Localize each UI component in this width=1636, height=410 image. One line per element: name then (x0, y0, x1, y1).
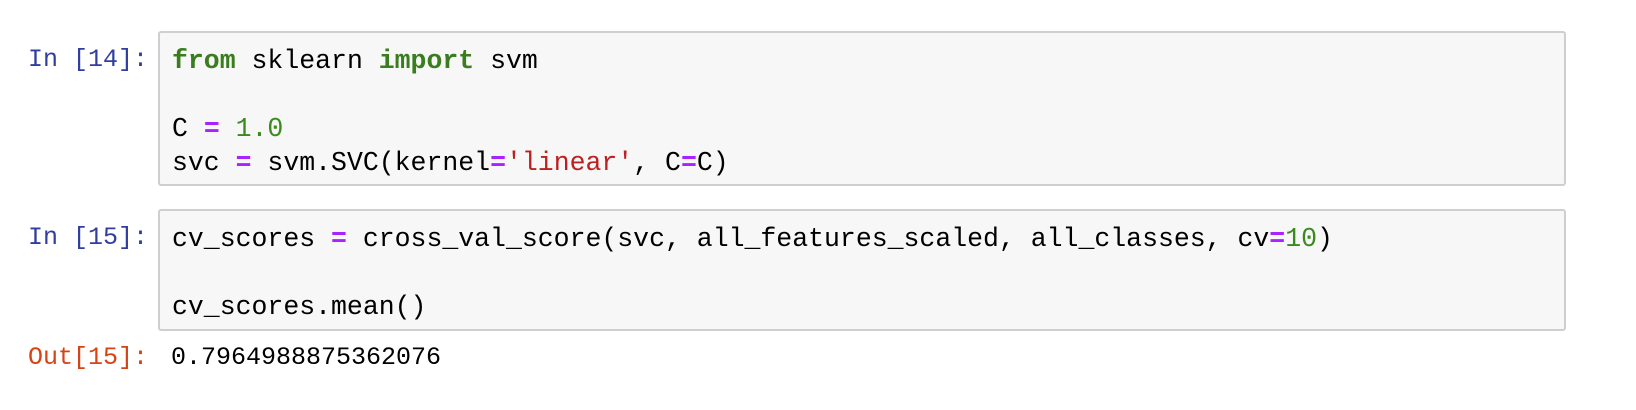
code-line: svc = svm.SVC(kernel='linear', C=C) (172, 146, 1552, 180)
code-line: cv_scores = cross_val_score(svc, all_fea… (172, 222, 1552, 256)
code-token: = (1269, 224, 1286, 254)
code-token: sklearn (235, 46, 379, 76)
code-line: cv_scores.mean() (172, 290, 1552, 324)
code-editor[interactable]: cv_scores = cross_val_score(svc, all_fea… (172, 222, 1552, 324)
code-token: = (680, 148, 697, 178)
code-token: cross_val_score(svc, all_features_scaled… (346, 224, 1270, 254)
output-value: 0.7964988875362076 (171, 343, 442, 372)
code-token: svm.SVC(kernel (251, 148, 491, 178)
code-token: 10 (1285, 224, 1318, 254)
code-token: = (490, 148, 506, 178)
code-line: from sklearn import svm (172, 44, 1552, 78)
code-token: 'linear' (505, 148, 634, 178)
code-token: cv_scores.mean() (172, 292, 427, 322)
code-token: C (172, 114, 204, 144)
code-token: = (331, 224, 347, 254)
code-token: = (203, 114, 220, 144)
code-token: ) (1317, 224, 1333, 254)
code-token: = (235, 148, 252, 178)
code-line: C = 1.0 (172, 112, 1552, 146)
code-token: svc (172, 148, 236, 178)
code-token: import (378, 46, 475, 76)
code-token: 1.0 (235, 114, 284, 144)
output-prompt-15: Out[15]: (27, 343, 148, 372)
code-cell-15[interactable]: cv_scores = cross_val_score(svc, all_fea… (158, 209, 1566, 331)
input-prompt-14: In [14]: (27, 45, 148, 74)
code-editor[interactable]: from sklearn import svm C = 1.0 svc = svm.… (172, 44, 1552, 180)
code-token: svm (474, 46, 538, 76)
code-token: cv_scores (172, 224, 332, 254)
code-token: from (172, 46, 236, 76)
input-prompt-15: In [15]: (27, 223, 148, 252)
code-token: C) (696, 148, 729, 178)
code-cell-14[interactable]: from sklearn import svm C = 1.0 svc = svm.… (158, 31, 1566, 186)
code-token: , C (633, 148, 681, 178)
